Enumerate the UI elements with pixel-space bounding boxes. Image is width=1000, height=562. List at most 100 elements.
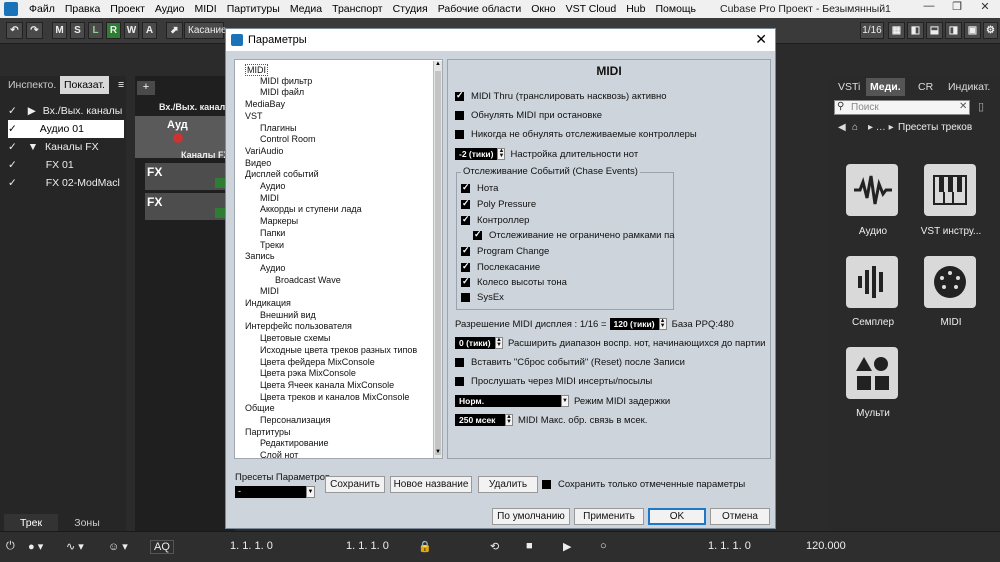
checkbox[interactable] (542, 480, 551, 489)
tree-item[interactable]: Общие (245, 403, 275, 413)
tile-vst-instrument[interactable] (924, 164, 976, 216)
menu-scores[interactable]: Партитуры (222, 3, 285, 15)
scroll-thumb[interactable] (435, 71, 441, 455)
power-icon[interactable]: ⏻ (6, 540, 15, 553)
left-locator[interactable]: 1. 1. 1. 0 (230, 540, 273, 552)
presets-select[interactable]: - (235, 486, 315, 498)
tile-multi[interactable] (846, 347, 898, 399)
note-length-stepper[interactable]: -2 (тики) ▲ ▼ (455, 148, 506, 160)
tree-item[interactable]: Цветовые схемы (260, 333, 330, 343)
undo-icon[interactable]: ↶ (6, 22, 23, 39)
scroll-down-icon[interactable]: ▼ (434, 449, 442, 457)
midi-thru-option[interactable]: MIDI Thru (транслировать насквозь) актив… (455, 90, 667, 102)
tree-item[interactable]: Интерфейс пользователя (245, 321, 352, 331)
tree-item[interactable]: MIDI (260, 193, 279, 203)
checkbox[interactable] (473, 229, 482, 240)
menu-file[interactable]: Файл (24, 3, 60, 15)
tree-item[interactable]: Control Room (260, 134, 316, 144)
tree-item[interactable]: Внешний вид (260, 310, 316, 320)
stop-icon[interactable]: ■ (526, 540, 533, 552)
listen-button[interactable]: L (88, 22, 103, 39)
rename-preset-button[interactable]: Новое название (390, 476, 472, 493)
tree-item[interactable]: Цвета рэка MixConsole (260, 368, 356, 378)
close-icon[interactable]: ✕ (755, 31, 767, 48)
tree-item[interactable]: Запись (245, 251, 275, 261)
track-row-fx02[interactable]: ✓ FX 02-ModMacl (8, 174, 124, 192)
tree-item[interactable]: MIDI (260, 286, 279, 296)
auto-quantize-button[interactable]: AQ (150, 540, 174, 554)
chase-note[interactable]: Нота (461, 182, 498, 194)
cycle-icon[interactable]: ⟲ (490, 540, 499, 553)
solo-button[interactable]: S (70, 22, 85, 39)
checkbox[interactable] (461, 198, 470, 209)
stepper-arrows-icon[interactable]: ▲ ▼ (495, 337, 503, 349)
checkbox[interactable] (461, 214, 470, 225)
stepper-arrows-icon[interactable]: ▲ ▼ (505, 414, 513, 426)
chase-not-limited[interactable]: Отслеживание не ограничено рамками парти… (473, 229, 675, 241)
chase-poly-pressure[interactable]: Poly Pressure (461, 198, 536, 210)
checkbox[interactable] (461, 245, 470, 256)
refresh-icon[interactable]: ▯ (978, 100, 992, 115)
tree-item[interactable]: MIDI файл (260, 87, 304, 97)
right-locator[interactable]: 1. 1. 1. 0 (346, 540, 389, 552)
automation-icon[interactable]: ⬈ (166, 22, 183, 39)
tile-audio[interactable] (846, 164, 898, 216)
play-icon[interactable]: ▶ (563, 540, 571, 553)
menu-transport[interactable]: Транспорт (327, 3, 388, 15)
stepper-arrows-icon[interactable]: ▲ ▼ (658, 318, 667, 330)
tree-item[interactable]: VariAudio (245, 146, 283, 156)
audition-option[interactable]: Прослушать через MIDI инсерты/посылы (455, 376, 652, 387)
chase-pitchbend[interactable]: Колесо высоты тона (461, 276, 567, 288)
menu-workspaces[interactable]: Рабочие области (433, 3, 526, 15)
tab-vsti[interactable]: VSTi (834, 78, 864, 96)
audio-mode-icon[interactable]: ∿ ▾ (66, 540, 84, 553)
tree-item[interactable]: Аудио (260, 263, 285, 273)
save-marked-option[interactable]: Сохранить только отмеченные параметры (542, 479, 745, 490)
tree-item[interactable]: MIDI (245, 64, 268, 76)
read-button[interactable]: R (106, 22, 121, 39)
record-mode-icon[interactable]: ● ▾ (28, 540, 43, 553)
layout-toggle-icon[interactable]: ▣ (964, 22, 981, 39)
tree-item[interactable]: Цвета треков и каналов MixConsole (260, 392, 409, 402)
stepper-arrows-icon[interactable]: ▲ ▼ (497, 148, 506, 160)
resolution-stepper[interactable]: 120 (тики) ▲ ▼ (609, 318, 667, 330)
breadcrumb[interactable]: Пресеты треков (898, 122, 972, 133)
tree-scrollbar[interactable]: ▲ ▼ (433, 61, 442, 458)
menu-window[interactable]: Окно (526, 3, 560, 15)
tab-meters[interactable]: Индикат. (944, 78, 994, 96)
tree-item[interactable]: Аккорды и ступени лада (260, 204, 362, 214)
home-icon[interactable]: ⌂ (852, 122, 858, 133)
add-track-icon[interactable]: + (137, 81, 155, 95)
tab-visibility[interactable]: Показат. (60, 76, 109, 94)
tree-item[interactable]: Дисплей событий (245, 169, 319, 179)
tab-track[interactable]: Трек (4, 514, 58, 532)
tab-media[interactable]: Меди. (866, 78, 905, 96)
tree-item[interactable]: Broadcast Wave (275, 275, 341, 285)
checkbox[interactable] (455, 377, 464, 386)
tree-item[interactable]: Папки (260, 228, 285, 238)
checkbox[interactable] (455, 130, 464, 139)
checkbox[interactable] (455, 90, 464, 101)
latency-mode-select[interactable]: Норм. ▼ (455, 395, 569, 407)
clear-search-icon[interactable]: ✕ (959, 101, 967, 112)
chase-program-change[interactable]: Program Change (461, 245, 549, 257)
tree-item[interactable]: Слой нот (260, 450, 298, 458)
tree-item[interactable]: Индикация (245, 298, 291, 308)
tree-item[interactable]: Видео (245, 158, 271, 168)
scroll-up-icon[interactable]: ▲ (434, 61, 442, 69)
tempo-display[interactable]: 120.000 (806, 540, 846, 552)
tree-item[interactable]: MIDI фильтр (260, 76, 312, 86)
tree-item[interactable]: Аудио (260, 181, 285, 191)
tree-item[interactable]: MediaBay (245, 99, 285, 109)
cancel-button[interactable]: Отмена (710, 508, 770, 525)
tab-inspector[interactable]: Инспекто. (4, 76, 60, 94)
checkbox[interactable] (461, 182, 470, 193)
write-button[interactable]: W (124, 22, 139, 39)
touch-mode-select[interactable]: Касание (184, 22, 227, 39)
layout-right-icon[interactable]: ◨ (945, 22, 962, 39)
reset-on-stop-option[interactable]: Обнулять MIDI при остановке (455, 110, 602, 121)
restore-icon[interactable]: ❐ (943, 0, 971, 13)
close-window-icon[interactable]: ✕ (971, 0, 999, 13)
extend-range-option[interactable]: 0 (тики) ▲ ▼ Расширить диапазон воспр. нот,… (455, 337, 765, 349)
defaults-button[interactable]: По умолчанию (492, 508, 570, 525)
